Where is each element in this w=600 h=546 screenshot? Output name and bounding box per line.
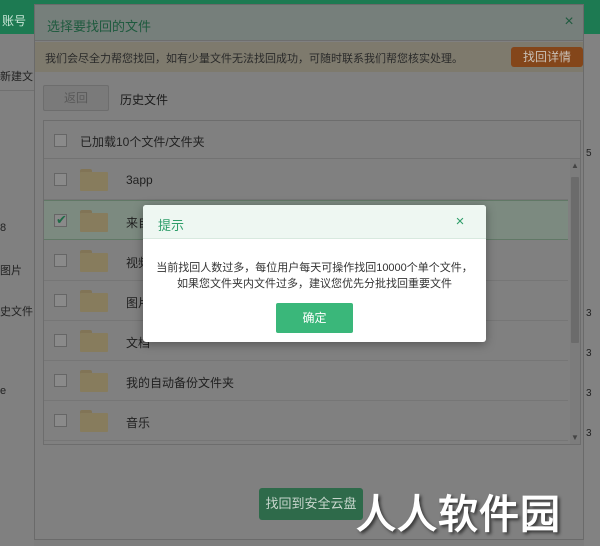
file-row[interactable]: 音乐 — [44, 401, 568, 441]
folder-icon — [80, 210, 108, 232]
folder-icon — [80, 290, 108, 312]
right-column-value: 3 — [586, 428, 592, 439]
modal-header: 提示 × — [143, 205, 486, 239]
sidebar-item-history[interactable]: 史文件 — [0, 303, 34, 323]
row-checkbox[interactable] — [54, 374, 67, 387]
sidebar-item-8[interactable]: 8 — [0, 222, 34, 242]
modal-close-icon[interactable]: × — [451, 213, 469, 231]
right-column-value: 5 — [586, 148, 592, 159]
file-name: 我的自动备份文件夹 — [126, 376, 235, 390]
row-checkbox[interactable] — [54, 334, 67, 347]
scrollbar-thumb[interactable] — [571, 177, 579, 343]
select-all-checkbox[interactable] — [54, 134, 67, 147]
right-column-value: 3 — [586, 308, 592, 319]
prompt-modal: 提示 × 当前找回人数过多，每位用户每天可操作找回10000个单个文件， 如果您… — [143, 205, 486, 342]
scroll-up-icon[interactable]: ▲ — [570, 161, 580, 171]
folder-icon — [80, 250, 108, 272]
recover-details-button[interactable]: 找回详情 — [511, 47, 583, 67]
confirm-button[interactable]: 确定 — [276, 303, 353, 333]
sidebar-item-new[interactable]: 新建文 — [0, 68, 34, 88]
scroll-down-icon[interactable]: ▼ — [570, 433, 580, 443]
app-right-panel — [584, 34, 600, 546]
folder-icon — [80, 370, 108, 392]
file-name: 3app — [126, 173, 153, 187]
recover-to-safe-cloud-button[interactable]: 找回到安全云盘 — [259, 488, 363, 520]
loaded-count-label: 已加载10个文件/文件夹 — [80, 135, 205, 149]
dialog-header: 选择要找回的文件 × — [35, 5, 583, 41]
row-checkbox[interactable] — [54, 294, 67, 307]
sidebar-divider — [0, 90, 34, 91]
folder-icon — [80, 330, 108, 352]
app-left-panel — [0, 34, 34, 546]
right-column-value: 3 — [586, 348, 592, 359]
folder-icon — [80, 410, 108, 432]
file-row[interactable]: 我的自动备份文件夹 — [44, 361, 568, 401]
file-row[interactable]: 3app — [44, 160, 568, 200]
row-checkbox-checked[interactable]: ✔ — [54, 212, 67, 227]
history-files-label: 历史文件 — [120, 93, 169, 107]
file-list-header: 已加载10个文件/文件夹 — [44, 121, 580, 159]
row-checkbox[interactable] — [54, 414, 67, 427]
watermark-text: 人人软件园 — [356, 492, 561, 538]
right-column-value: 3 — [586, 388, 592, 399]
check-icon: ✔ — [56, 212, 67, 227]
row-checkbox[interactable] — [54, 173, 67, 186]
folder-icon — [80, 169, 108, 191]
notice-text: 我们会尽全力帮您找回，如有少量文件无法找回成功，可随时联系我们帮您核实处理。 — [45, 53, 463, 65]
file-name: 音乐 — [126, 416, 151, 430]
topbar-account-label[interactable]: 账号 — [2, 12, 26, 29]
dialog-close-icon[interactable]: × — [561, 13, 577, 31]
modal-message-line: 当前找回人数过多，每位用户每天可操作找回10000个单个文件， — [156, 262, 473, 274]
modal-title: 提示 — [158, 218, 185, 233]
dialog-title: 选择要找回的文件 — [47, 19, 152, 34]
sidebar-item-e[interactable]: e — [0, 385, 34, 405]
row-checkbox[interactable] — [54, 254, 67, 267]
modal-message-line: 如果您文件夹内文件过多，建议您优先分批找回重要文件 — [177, 278, 452, 290]
notice-bar: 我们会尽全力帮您找回，如有少量文件无法找回成功，可随时联系我们帮您核实处理。 找… — [35, 42, 583, 72]
sidebar-item-pictures[interactable]: 图片 — [0, 262, 34, 282]
back-button[interactable]: 返回 — [43, 85, 109, 111]
